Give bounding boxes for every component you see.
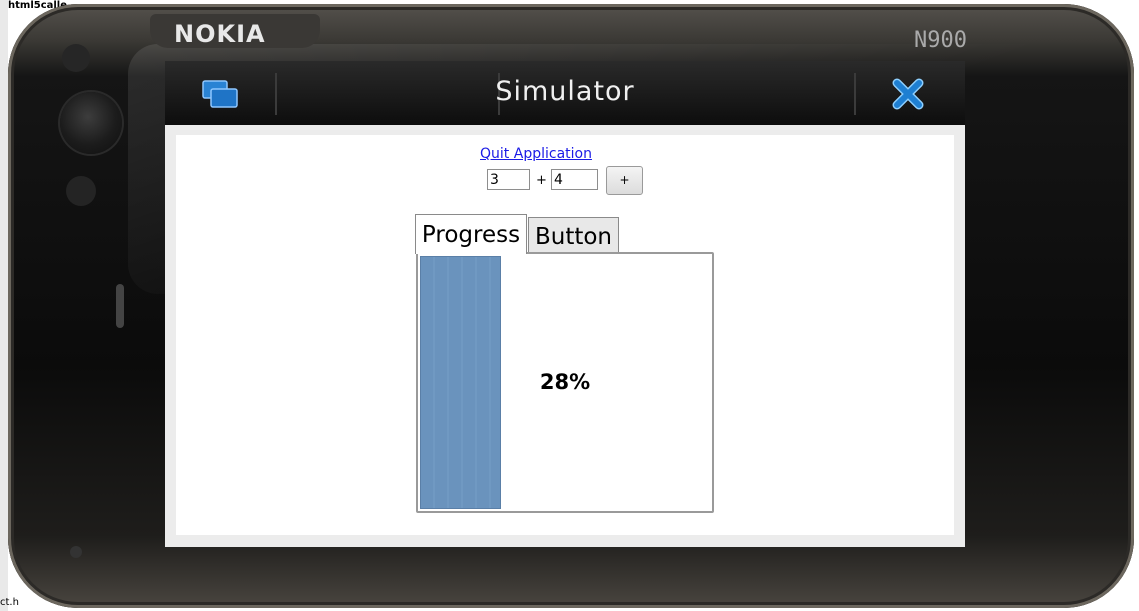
desktop-file-label: ct.h <box>0 597 19 608</box>
brand-logo: NOKIA <box>174 20 266 48</box>
app-content: Quit Application + + Progress Button 28% <box>176 135 954 535</box>
front-camera <box>60 92 122 154</box>
side-slot <box>116 284 124 328</box>
progress-label: 28% <box>539 370 591 394</box>
tab-progress[interactable]: Progress <box>415 214 527 254</box>
device-screen: Simulator Quit Application + + Progress … <box>165 61 965 547</box>
plus-sign: + <box>536 173 547 188</box>
tab-button[interactable]: Button <box>528 217 619 252</box>
close-button[interactable] <box>891 77 925 111</box>
quit-application-link[interactable]: Quit Application <box>176 146 896 162</box>
indicator-led <box>70 546 82 558</box>
model-label: N900 <box>914 28 967 53</box>
light-sensor <box>66 176 96 206</box>
proximity-sensor <box>62 44 90 72</box>
close-icon <box>892 78 924 110</box>
window-title: Simulator <box>495 76 635 107</box>
desktop-edge <box>0 0 8 611</box>
operand-b-input[interactable] <box>551 169 598 190</box>
add-button[interactable]: + <box>606 166 643 195</box>
title-bar: Simulator <box>165 61 965 125</box>
progress-panel: 28% <box>416 252 714 513</box>
operand-a-input[interactable] <box>487 169 530 190</box>
progress-bar: 28% <box>420 256 710 509</box>
